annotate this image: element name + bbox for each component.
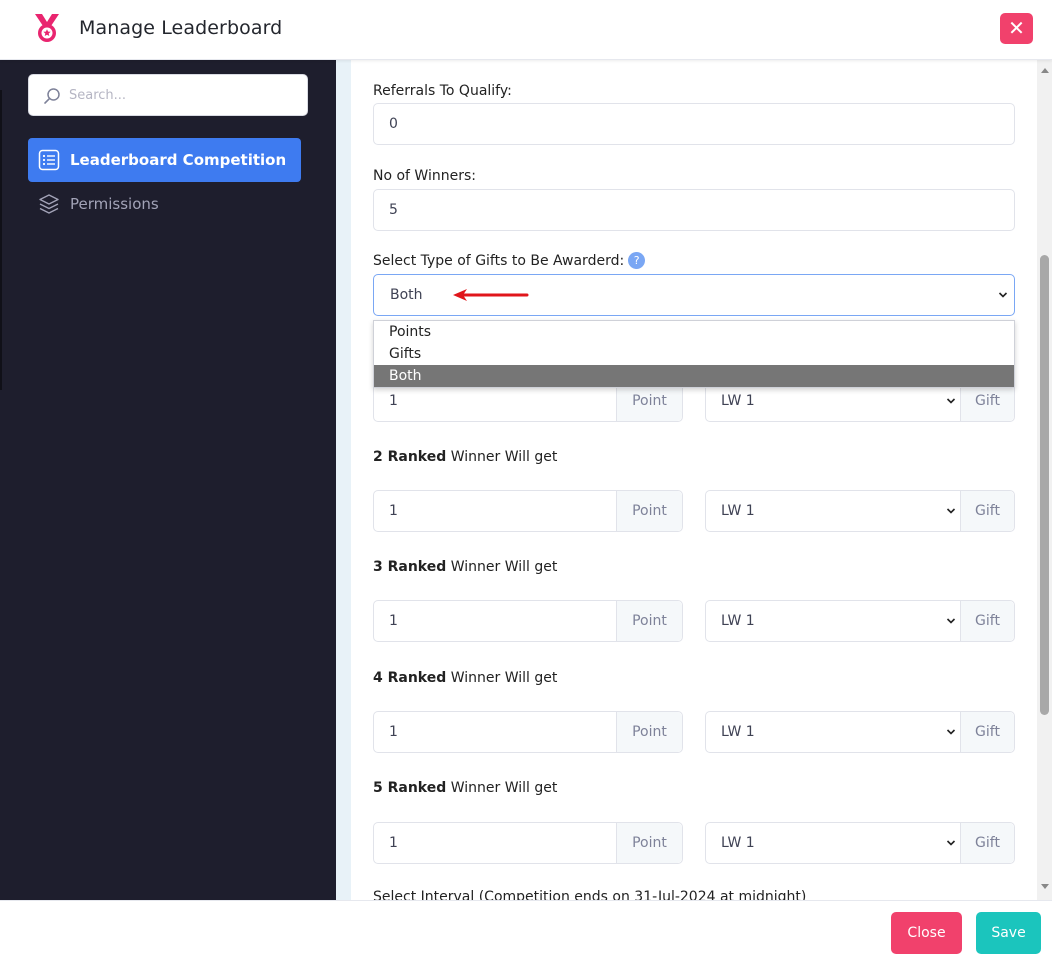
close-icon: ✕ [1008, 16, 1025, 40]
gift-value: LW 1 [721, 835, 755, 851]
point-value: 1 [389, 503, 398, 519]
chevron-down-icon [946, 840, 956, 846]
referrals-input[interactable]: 0 [373, 103, 1015, 145]
rank-5-point-input[interactable]: 1 Point [373, 822, 683, 864]
rank-3-title: 3 Ranked [373, 559, 447, 575]
save-button[interactable]: Save [976, 912, 1041, 954]
scrollbar[interactable] [1037, 60, 1052, 900]
gift-addon: Gift [960, 601, 1014, 641]
rank-5-suffix: Winner Will get [446, 780, 558, 796]
point-addon: Point [616, 712, 682, 752]
rank-5-row: 1 Point LW 1 Gift [373, 822, 1015, 864]
gift-type-selected-value: Both [390, 287, 423, 303]
winners-input[interactable]: 5 [373, 189, 1015, 231]
option-both[interactable]: Both [374, 365, 1014, 387]
sidebar-edge [0, 90, 2, 390]
sidebar-item-label: Leaderboard Competition [70, 151, 287, 169]
rank-4-row: 1 Point LW 1 Gift [373, 711, 1015, 753]
gift-value: LW 1 [721, 613, 755, 629]
chevron-down-icon [998, 292, 1008, 298]
chevron-down-icon [946, 508, 956, 514]
modal-footer: Close Save [0, 900, 1052, 964]
annotation-arrow-icon [453, 289, 529, 301]
rank-4-label: 4 Ranked Winner Will get [373, 670, 557, 686]
chevron-down-icon [946, 618, 956, 624]
rank-4-suffix: Winner Will get [446, 670, 558, 686]
close-button[interactable]: Close [891, 912, 962, 954]
option-gifts[interactable]: Gifts [374, 343, 1014, 365]
sidebar: Leaderboard Competition Permissions [0, 60, 336, 900]
winners-label: No of Winners: [373, 168, 476, 184]
point-value: 1 [389, 835, 398, 851]
layers-icon [39, 194, 59, 214]
gift-type-label: Select Type of Gifts to Be Awarderd:? [373, 252, 646, 269]
rank-2-label: 2 Ranked Winner Will get [373, 449, 557, 465]
chevron-down-icon [946, 398, 956, 404]
scroll-down-icon[interactable] [1041, 884, 1049, 889]
rank-2-gift-select[interactable]: LW 1 Gift [705, 490, 1015, 532]
sidebar-item-permissions[interactable]: Permissions [28, 182, 301, 226]
rank-3-gift-select[interactable]: LW 1 Gift [705, 600, 1015, 642]
gift-type-label-text: Select Type of Gifts to Be Awarderd: [373, 253, 625, 269]
rank-4-point-input[interactable]: 1 Point [373, 711, 683, 753]
search-box[interactable] [28, 74, 308, 116]
option-points[interactable]: Points [374, 321, 1014, 343]
rank-4-title: 4 Ranked [373, 670, 447, 686]
rank-2-point-input[interactable]: 1 Point [373, 490, 683, 532]
rank-5-gift-select[interactable]: LW 1 Gift [705, 822, 1015, 864]
rank-2-suffix: Winner Will get [446, 449, 558, 465]
point-addon: Point [616, 823, 682, 863]
modal-header: Manage Leaderboard ✕ [0, 0, 1052, 60]
help-icon[interactable]: ? [628, 252, 646, 269]
gift-value: LW 1 [721, 724, 755, 740]
rank-2-title: 2 Ranked [373, 449, 447, 465]
page-title: Manage Leaderboard [79, 17, 283, 39]
sidebar-item-leaderboard-competition[interactable]: Leaderboard Competition [28, 138, 301, 182]
medal-icon [35, 14, 59, 42]
rank-4-gift-select[interactable]: LW 1 Gift [705, 711, 1015, 753]
close-icon-button[interactable]: ✕ [1000, 13, 1033, 44]
rank-3-point-input[interactable]: 1 Point [373, 600, 683, 642]
point-addon: Point [616, 491, 682, 531]
point-addon: Point [616, 601, 682, 641]
point-value: 1 [389, 724, 398, 740]
scrollbar-thumb[interactable] [1040, 255, 1049, 715]
scroll-up-icon[interactable] [1041, 68, 1049, 73]
gift-value: LW 1 [721, 503, 755, 519]
rank-5-title: 5 Ranked [373, 780, 447, 796]
rank-3-row: 1 Point LW 1 Gift [373, 600, 1015, 642]
referrals-label: Referrals To Qualify: [373, 83, 512, 99]
rank-2-row: 1 Point LW 1 Gift [373, 490, 1015, 532]
search-icon [44, 88, 60, 104]
rank-3-label: 3 Ranked Winner Will get [373, 559, 557, 575]
rank-5-label: 5 Ranked Winner Will get [373, 780, 557, 796]
interval-label: Select Interval (Competition ends on 31-… [373, 889, 807, 900]
sidebar-item-label: Permissions [70, 195, 159, 213]
gift-addon: Gift [960, 823, 1014, 863]
gift-type-dropdown: Points Gifts Both [373, 320, 1015, 388]
gift-addon: Gift [960, 712, 1014, 752]
rank-3-suffix: Winner Will get [446, 559, 558, 575]
form-panel: Referrals To Qualify: 0 No of Winners: 5… [351, 60, 1037, 900]
point-value: 1 [389, 613, 398, 629]
chevron-down-icon [946, 729, 956, 735]
search-input[interactable] [69, 83, 299, 107]
list-icon [38, 149, 60, 171]
gift-addon: Gift [960, 491, 1014, 531]
